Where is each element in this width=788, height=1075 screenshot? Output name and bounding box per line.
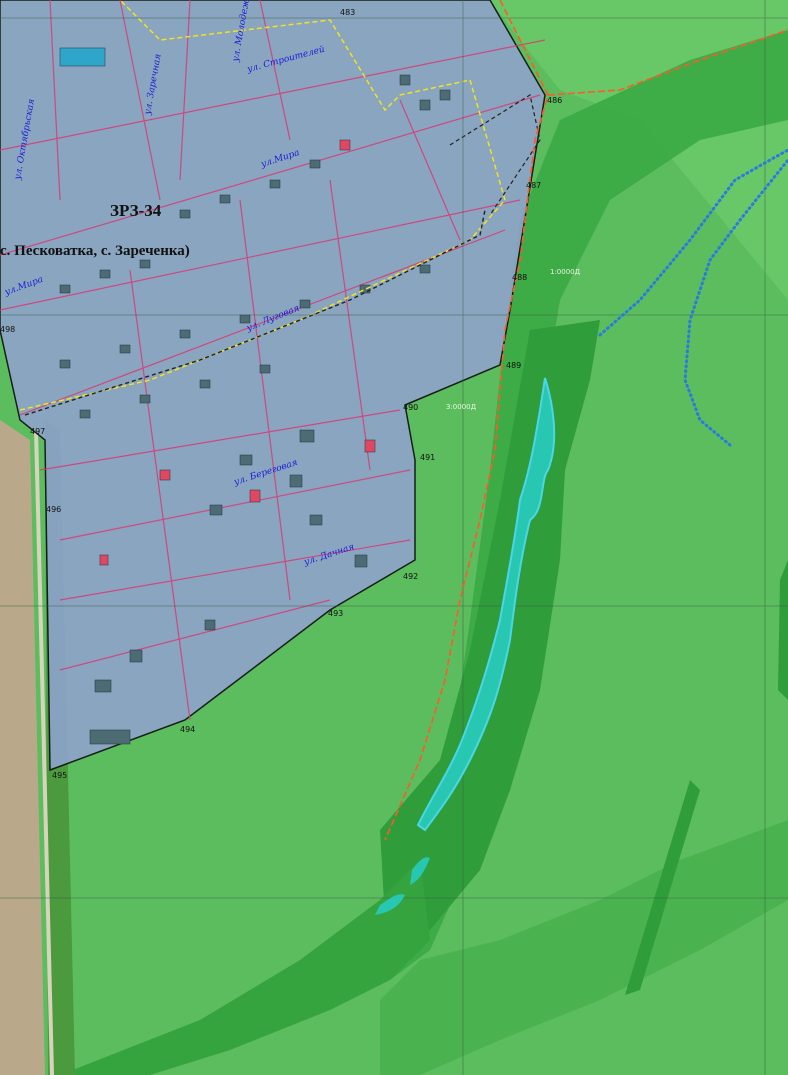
- point-491: 491: [420, 453, 435, 462]
- point-492: 492: [403, 572, 418, 581]
- point-498: 498: [0, 325, 15, 334]
- point-489: 489: [506, 361, 521, 370]
- point-486: 486: [547, 96, 562, 105]
- point-495: 495: [52, 771, 67, 780]
- point-483: 483: [340, 8, 355, 17]
- map-code-1: 1:0000Д: [550, 268, 581, 276]
- point-497: 497: [30, 427, 45, 436]
- point-494: 494: [180, 725, 195, 734]
- zoning-map[interactable]: 483 486 487 488 489 490 491 492 493 494 …: [0, 0, 788, 1075]
- zone-title: ЗРЗ-34: [110, 201, 162, 220]
- map-container[interactable]: 483 486 487 488 489 490 491 492 493 494 …: [0, 0, 788, 1075]
- point-496: 496: [46, 505, 61, 514]
- point-493: 493: [328, 609, 343, 618]
- point-490: 490: [403, 403, 418, 412]
- point-487: 487: [526, 181, 541, 190]
- point-488: 488: [512, 273, 527, 282]
- map-code-2: 3:0000Д: [446, 403, 477, 411]
- zone-subtitle: с. Песковатка, с. Зареченка): [0, 243, 190, 259]
